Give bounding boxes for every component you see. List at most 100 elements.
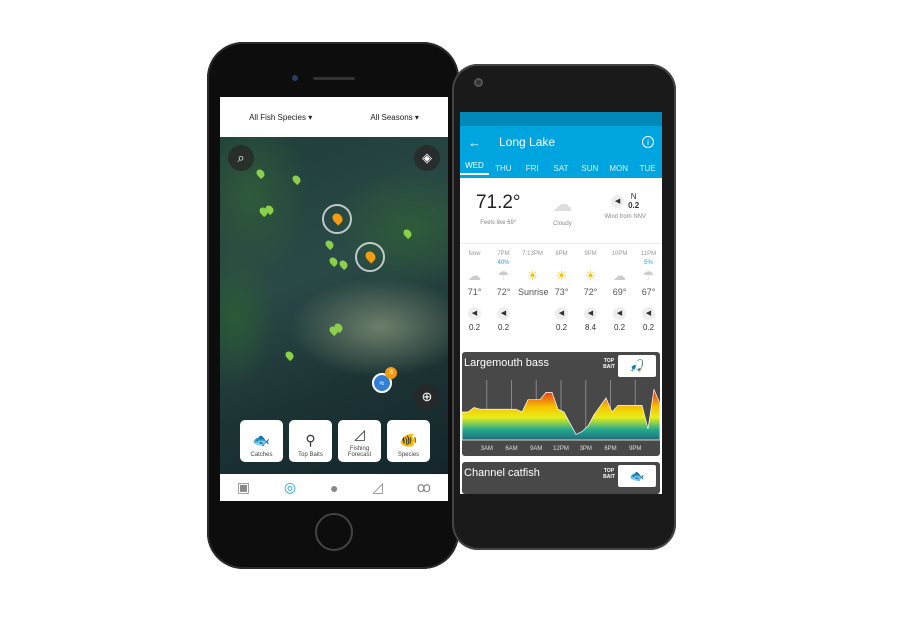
speaker [313, 77, 355, 80]
species-filter[interactable]: All Fish Species ▾ [249, 113, 312, 122]
hour-time: 11PM [640, 251, 657, 257]
map-pin[interactable] [327, 255, 340, 268]
map-pin[interactable] [283, 349, 296, 362]
camera [474, 78, 483, 87]
tab-wed[interactable]: WED [460, 161, 489, 175]
wind-arrow-icon: ◀ [613, 307, 626, 320]
fishing-forecast-button[interactable]: ◿ Fishing Forecast [338, 420, 381, 462]
hour-item: 10PM ☁ 69° ◀ 0.2 [605, 244, 634, 350]
hour-temp: Sunrise [518, 287, 549, 297]
map-pin[interactable] [401, 227, 414, 240]
top-bait-label: TOP BAIT [603, 468, 615, 480]
back-arrow-icon[interactable]: ← [468, 135, 481, 150]
status-bar [460, 112, 662, 126]
catches-button[interactable]: 🐟 Catches [240, 420, 283, 462]
map-pin[interactable] [254, 167, 267, 180]
hour-temp: 73° [554, 287, 569, 297]
activity-chart: 3AM 6AM 9AM 12PM 3PM 6PM 9PM [462, 380, 660, 452]
species-card-catfish[interactable]: Channel catfish TOP BAIT 🐟 [462, 462, 660, 494]
map[interactable]: ⌕ ◈ ⊕ ≈ 3 🐟 Catches ⚲ Top Baits ◿ Fishing F… [220, 137, 448, 474]
tab-sun[interactable]: SUN [575, 164, 604, 173]
hour-time: 9PM [584, 251, 597, 257]
season-filter[interactable]: All Seasons ▾ [370, 113, 418, 122]
current-conditions: 71.2° Feels like 69° ☁ Cloudy ◀ N 0.2 Wind fr… [460, 178, 662, 244]
info-icon[interactable]: i [642, 136, 654, 148]
hour-time: 7:13PM [522, 251, 543, 257]
search-icon[interactable]: ⌕ [228, 145, 254, 171]
catches-label: Catches [250, 452, 273, 458]
tab-fri[interactable]: FRI [518, 164, 547, 173]
tab-sat[interactable]: SAT [547, 164, 576, 173]
tick-label: 12PM [553, 446, 569, 452]
hour-wind: 8.4 [584, 323, 597, 332]
precip [518, 260, 547, 268]
precip [576, 260, 605, 268]
wind-arrow-icon: ◀ [555, 307, 568, 320]
binoculars-icon[interactable]: ꝏ [417, 479, 431, 496]
compass-icon[interactable]: ◎ [284, 479, 296, 496]
precip: 5% [644, 260, 653, 266]
species-card-largemouth[interactable]: Largemouth bass TOP BAIT 🎣 3AM 6AM 9AM 12PM… [462, 352, 660, 456]
home-button[interactable] [315, 513, 353, 551]
cloud-icon: ☁ [552, 194, 573, 216]
fishing-forecast-label: Fishing Forecast [347, 446, 372, 458]
layers-icon[interactable]: ◈ [414, 145, 440, 171]
species-button[interactable]: 🐠 Species [387, 420, 430, 462]
weather-icon: ☀ [526, 268, 539, 283]
species-label: Species [397, 452, 420, 458]
hour-time: 8PM [555, 251, 568, 257]
hour-temp: 71° [467, 287, 482, 297]
map-pin[interactable] [323, 238, 336, 251]
feels-like: Feels like 69° [480, 220, 517, 226]
hour-wind: 0.2 [468, 323, 481, 332]
hour-wind: 0.2 [555, 323, 568, 332]
tab-tue[interactable]: TUE [633, 164, 662, 173]
wind-arrow-icon: ◀ [611, 194, 625, 208]
top-baits-button[interactable]: ⚲ Top Baits [289, 420, 332, 462]
tick-label: 3AM [481, 446, 493, 452]
top-bait-label: TOP BAIT [603, 358, 615, 370]
tick-label: 6AM [505, 446, 517, 452]
hour-temp: 67° [641, 287, 656, 297]
tab-bar: ▣ ◎ ● ◿ ꝏ [220, 474, 448, 501]
fish-icon: 🐟 [252, 432, 271, 448]
cluster-count: 3 [385, 367, 397, 379]
right-screen: ← Long Lake i WED THU FRI SAT SUN MON TUE 71.2… [460, 112, 662, 494]
profile-icon[interactable]: ● [330, 480, 338, 496]
weather-icon: ☂ [497, 268, 510, 283]
hourly-forecast[interactable]: Now ☁ 71° ◀ 0.2 7PM 40% ☂ 72° ◀ 0.2 7:13PM ☀… [460, 244, 662, 350]
hour-item: 11PM 5% ☂ 67° ◀ 0.2 [634, 244, 662, 350]
precip [605, 260, 634, 268]
chart-icon: ◿ [354, 426, 365, 442]
wind-arrow-icon: ◀ [497, 307, 510, 320]
weather-icon: ☁ [613, 268, 626, 283]
spinnerbait-icon[interactable]: 🎣 [618, 355, 656, 377]
wind-arrow-icon: ◀ [468, 307, 481, 320]
tab-thu[interactable]: THU [489, 164, 518, 173]
tick-label: 9AM [530, 446, 542, 452]
hour-temp: 72° [583, 287, 598, 297]
precip: 40% [497, 260, 510, 266]
filter-bar: All Fish Species ▾ All Seasons ▾ [220, 97, 448, 137]
wind-label: Wind from NNV [604, 214, 647, 220]
map-pin[interactable] [290, 173, 303, 186]
hour-item: 7:13PM ☀ Sunrise [518, 244, 549, 350]
weather-icon: ☀ [584, 268, 597, 283]
feed-icon[interactable]: ▣ [237, 479, 250, 496]
weather-icon: ☀ [555, 268, 568, 283]
hour-item: 9PM ☀ 72° ◀ 8.4 [576, 244, 605, 350]
chart-icon[interactable]: ◿ [372, 479, 383, 496]
tab-mon[interactable]: MON [604, 164, 633, 173]
tick-label: 9PM [629, 446, 641, 452]
page-title: Long Lake [499, 135, 556, 149]
hour-time: 7PM [497, 251, 510, 257]
weather-icon: ☂ [642, 268, 655, 283]
weather-icon: ☁ [468, 268, 481, 283]
hour-time: 10PM [611, 251, 628, 257]
crosshair-icon[interactable]: ⊕ [414, 384, 440, 410]
wind-direction: N [630, 192, 637, 201]
map-pin[interactable] [337, 258, 350, 271]
precip [460, 260, 489, 268]
crankbait-icon[interactable]: 🐟 [618, 465, 656, 487]
precip [547, 260, 576, 268]
